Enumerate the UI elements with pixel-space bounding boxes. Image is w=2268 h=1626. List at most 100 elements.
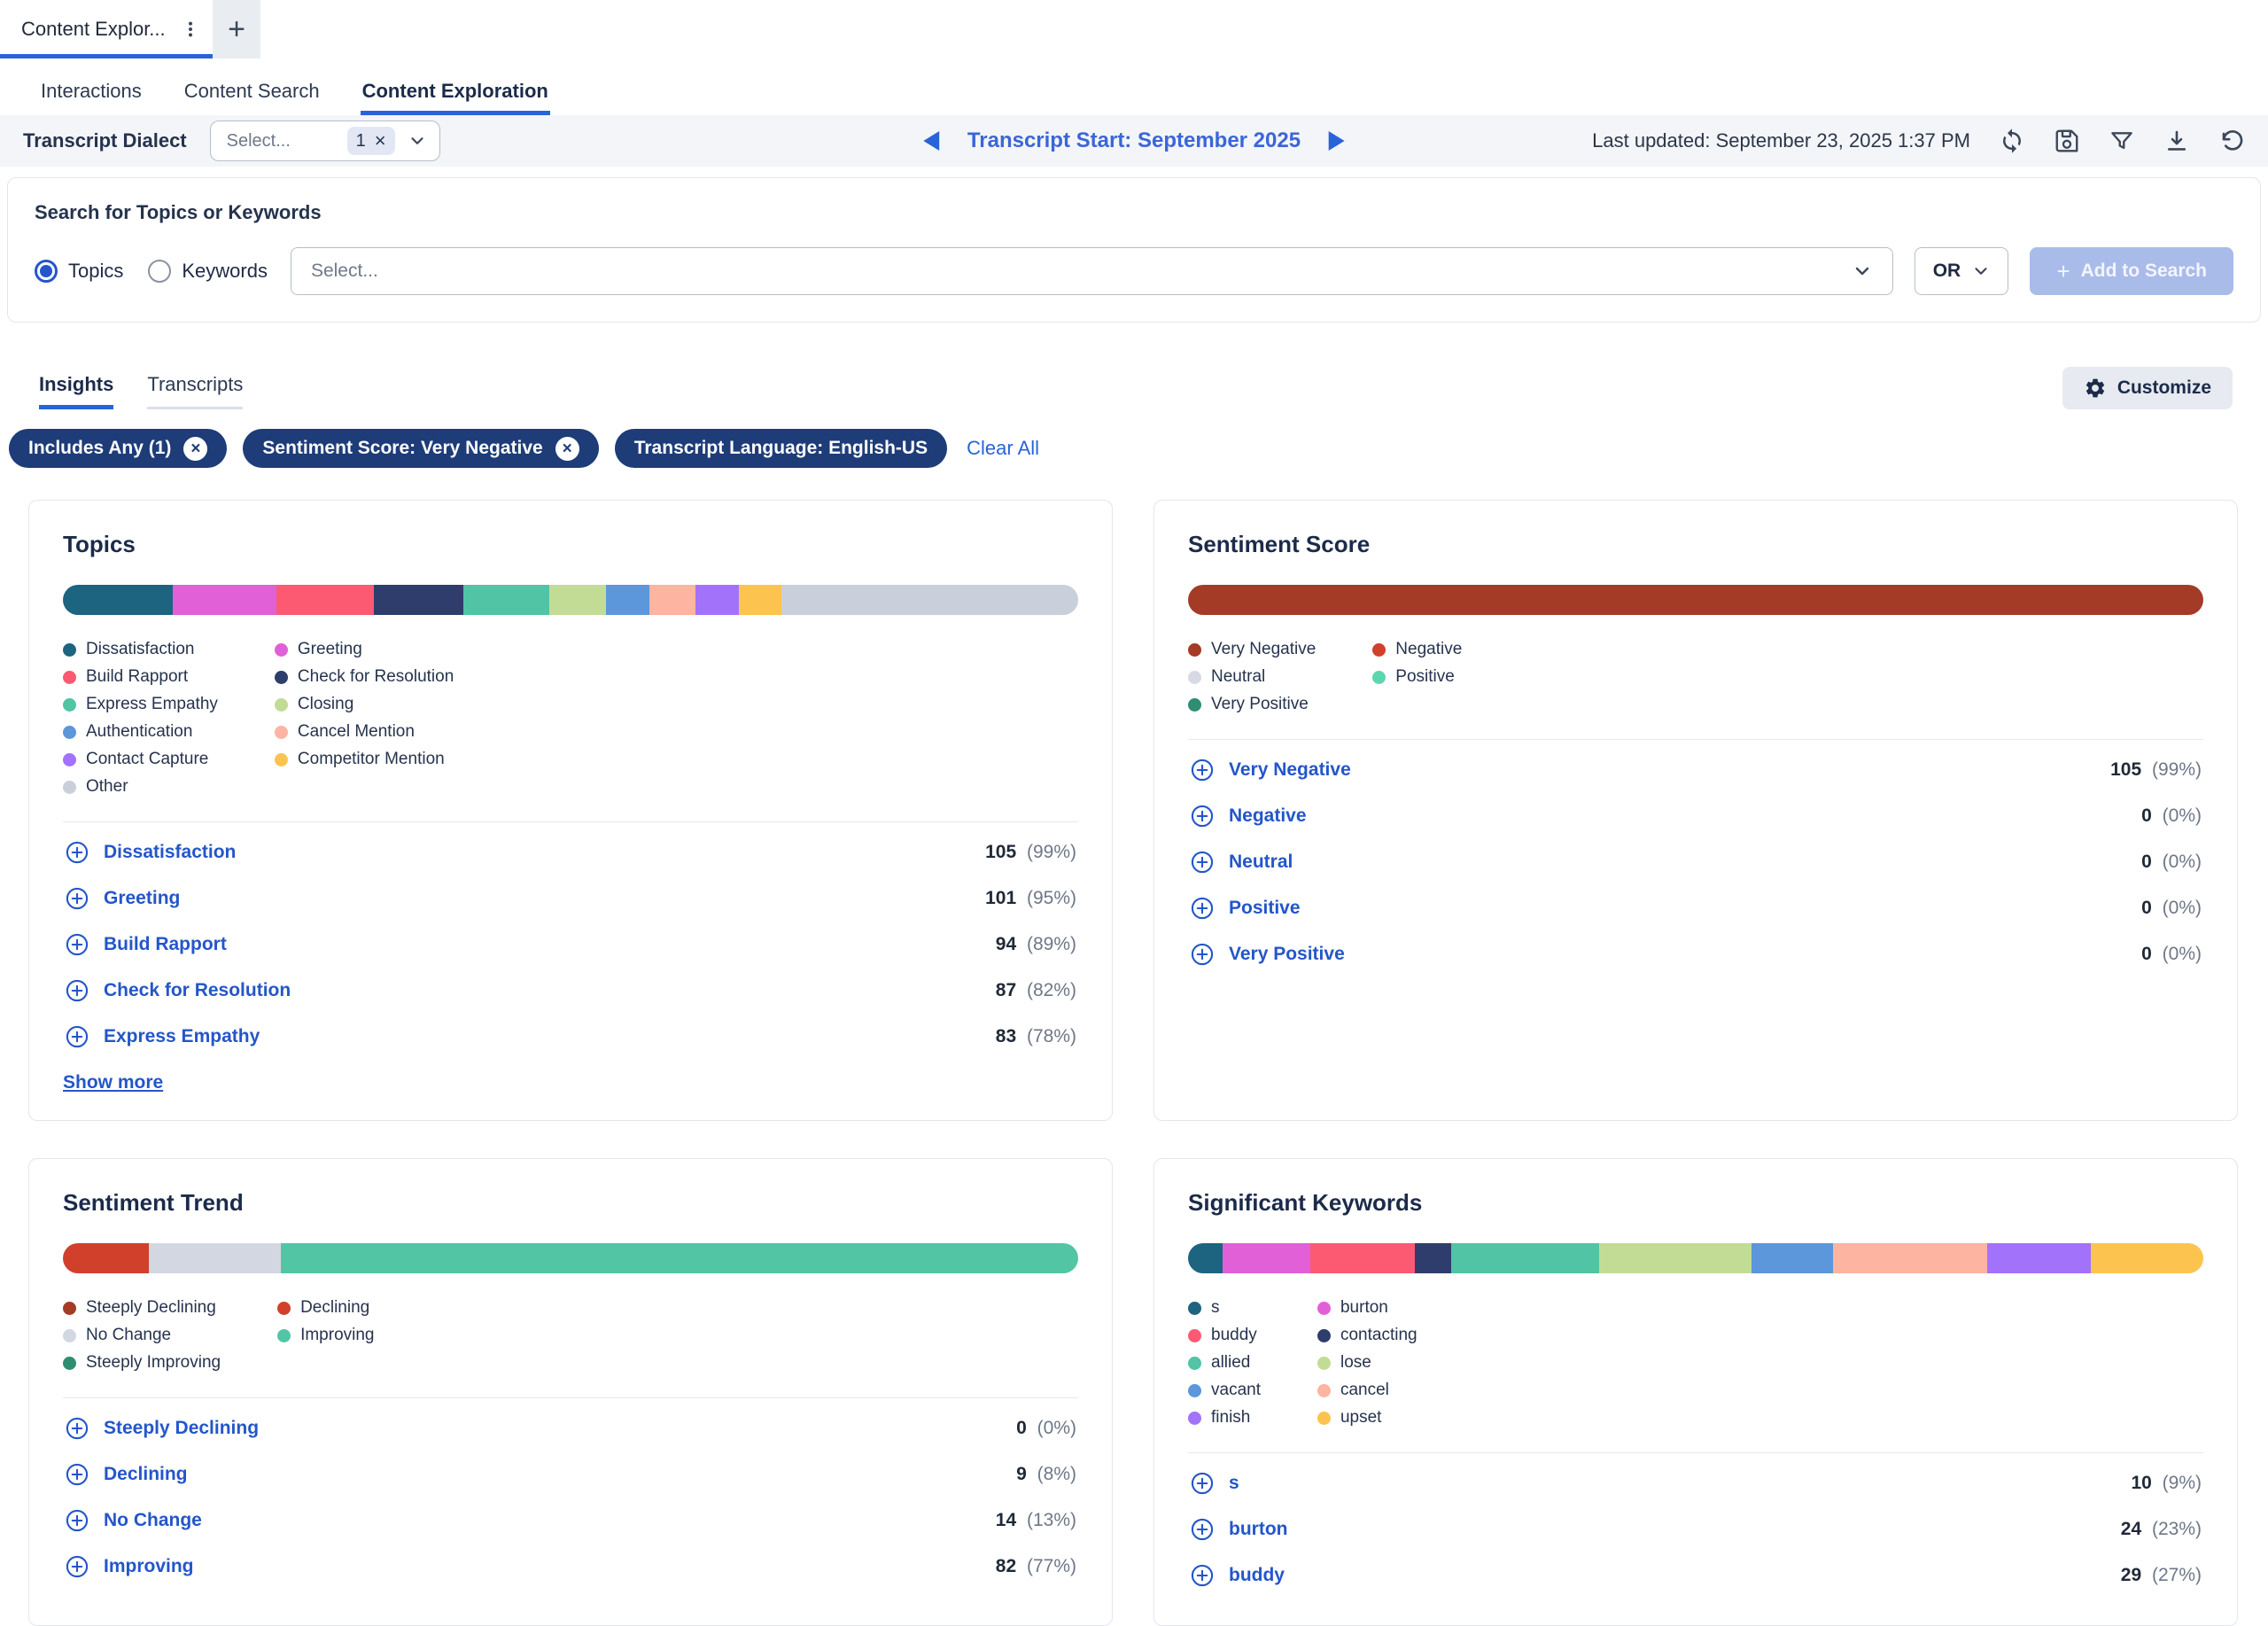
filter-pill-sentiment-score[interactable]: Sentiment Score: Very Negative × — [243, 429, 598, 468]
expand-plus-circle-icon[interactable] — [65, 1024, 89, 1049]
row-value: 0 (0%) — [2141, 805, 2202, 827]
row-percentage: (0%) — [2157, 898, 2202, 918]
list-item-s: s10 (9%) — [1188, 1460, 2203, 1506]
add-to-search-label: Add to Search — [2081, 261, 2207, 282]
legend-dot-icon — [1188, 1412, 1201, 1425]
legend-label: Express Empathy — [86, 695, 218, 714]
legend-item-vacant: vacant — [1188, 1381, 1261, 1400]
legend-dot-icon — [1188, 1357, 1201, 1370]
radio-topics[interactable]: Topics — [35, 260, 123, 283]
operator-select[interactable]: OR — [1915, 247, 2008, 295]
row-left: Build Rapport — [65, 932, 227, 957]
tab-insights[interactable]: Insights — [39, 373, 113, 409]
chevron-down-icon[interactable] — [1852, 261, 1873, 282]
row-label-link[interactable]: Steeply Declining — [104, 1418, 259, 1439]
previous-period-arrow-icon[interactable] — [923, 131, 941, 151]
tab-content-search[interactable]: Content Search — [183, 80, 322, 115]
dialect-selected-count-badge[interactable]: 1 × — [347, 127, 395, 155]
expand-plus-circle-icon[interactable] — [1190, 942, 1215, 967]
row-label-link[interactable]: Very Positive — [1229, 944, 1345, 965]
row-label-link[interactable]: Negative — [1229, 805, 1307, 827]
row-label-link[interactable]: Declining — [104, 1464, 188, 1485]
filter-pill-transcript-language[interactable]: Transcript Language: English-US — [615, 429, 947, 468]
expand-plus-circle-icon[interactable] — [1190, 1563, 1215, 1588]
legend-item-positive: Positive — [1372, 667, 1462, 687]
radio-unselected-icon[interactable] — [148, 260, 171, 283]
save-icon[interactable] — [2054, 128, 2080, 154]
row-label-link[interactable]: s — [1229, 1473, 1239, 1494]
badge-clear-icon[interactable]: × — [375, 129, 386, 152]
expand-plus-circle-icon[interactable] — [1190, 1517, 1215, 1542]
close-icon[interactable]: × — [183, 437, 207, 461]
topics-list: Dissatisfaction105 (99%)Greeting101 (95%… — [63, 821, 1078, 1093]
expand-plus-circle-icon[interactable] — [65, 886, 89, 911]
transcript-dialect-select[interactable]: Select... 1 × — [210, 121, 440, 161]
next-period-arrow-icon[interactable] — [1327, 131, 1345, 151]
clear-all-link[interactable]: Clear All — [967, 437, 1039, 460]
list-item-positive: Positive0 (0%) — [1188, 885, 2203, 931]
row-label-link[interactable]: Express Empathy — [104, 1026, 260, 1047]
row-percentage: (82%) — [1021, 980, 1076, 1000]
expand-plus-circle-icon[interactable] — [1190, 896, 1215, 921]
expand-plus-circle-icon[interactable] — [65, 1416, 89, 1441]
row-label-link[interactable]: Neutral — [1229, 852, 1293, 873]
row-value: 29 (27%) — [2121, 1565, 2202, 1586]
bar-segment-greeting — [173, 585, 276, 615]
legend-item-allied: allied — [1188, 1353, 1261, 1373]
filter-icon[interactable] — [2109, 128, 2135, 154]
legend-label: cancel — [1340, 1381, 1389, 1400]
bar-segment-competitor-mention — [739, 585, 781, 615]
browser-tab-content-exploration[interactable]: Content Explor... — [0, 0, 213, 58]
reset-icon[interactable] — [2218, 128, 2245, 154]
tab-content-exploration[interactable]: Content Exploration — [361, 80, 550, 115]
radio-keywords[interactable]: Keywords — [148, 260, 268, 283]
legend-label: lose — [1340, 1353, 1371, 1373]
toolbar-right-actions: Last updated: September 23, 2025 1:37 PM — [1592, 128, 2245, 154]
show-more-link[interactable]: Show more — [63, 1072, 163, 1093]
pill-label: Sentiment Score: Very Negative — [262, 438, 542, 459]
row-label-link[interactable]: Very Negative — [1229, 759, 1351, 781]
expand-plus-circle-icon[interactable] — [65, 1554, 89, 1579]
customize-button[interactable]: Customize — [2062, 367, 2233, 409]
chevron-down-icon[interactable] — [408, 131, 427, 151]
filter-pill-includes-any[interactable]: Includes Any (1) × — [9, 429, 227, 468]
row-label-link[interactable]: Dissatisfaction — [104, 842, 236, 863]
legend-item-upset: upset — [1317, 1408, 1418, 1428]
kebab-menu-icon[interactable] — [181, 19, 200, 39]
row-label-link[interactable]: Positive — [1229, 898, 1301, 919]
plus-icon: + — [2056, 258, 2070, 285]
row-label-link[interactable]: Build Rapport — [104, 934, 227, 955]
close-icon[interactable]: × — [555, 437, 579, 461]
expand-plus-circle-icon[interactable] — [65, 1462, 89, 1487]
row-label-link[interactable]: Improving — [104, 1556, 194, 1577]
download-icon[interactable] — [2163, 128, 2190, 154]
row-label-link[interactable]: Check for Resolution — [104, 980, 291, 1001]
expand-plus-circle-icon[interactable] — [65, 932, 89, 957]
legend-label: s — [1211, 1298, 1220, 1318]
row-label-link[interactable]: No Change — [104, 1510, 202, 1531]
row-label-link[interactable]: buddy — [1229, 1565, 1285, 1586]
radio-selected-icon[interactable] — [35, 260, 58, 283]
expand-plus-circle-icon[interactable] — [1190, 758, 1215, 782]
row-label-link[interactable]: Greeting — [104, 888, 180, 909]
legend-dot-icon — [1188, 643, 1201, 657]
add-to-search-button[interactable]: + Add to Search — [2030, 247, 2233, 295]
period-label[interactable]: Transcript Start: September 2025 — [967, 128, 1301, 153]
row-value: 82 (77%) — [996, 1556, 1076, 1577]
expand-plus-circle-icon[interactable] — [1190, 804, 1215, 829]
tab-transcripts[interactable]: Transcripts — [147, 373, 243, 409]
chevron-down-icon[interactable] — [1971, 261, 1991, 281]
expand-plus-circle-icon[interactable] — [65, 978, 89, 1003]
row-label-link[interactable]: burton — [1229, 1519, 1287, 1540]
card-title: Topics — [63, 531, 1078, 558]
expand-plus-circle-icon[interactable] — [65, 840, 89, 865]
legend-item-declining: Declining — [277, 1298, 374, 1318]
refresh-icon[interactable] — [1999, 128, 2025, 154]
expand-plus-circle-icon[interactable] — [65, 1508, 89, 1533]
expand-plus-circle-icon[interactable] — [1190, 850, 1215, 875]
new-tab-button[interactable]: + — [213, 0, 260, 58]
topics-keywords-select[interactable]: Select... — [291, 247, 1894, 295]
expand-plus-circle-icon[interactable] — [1190, 1471, 1215, 1496]
legend-dot-icon — [277, 1302, 291, 1315]
tab-interactions[interactable]: Interactions — [39, 80, 144, 115]
